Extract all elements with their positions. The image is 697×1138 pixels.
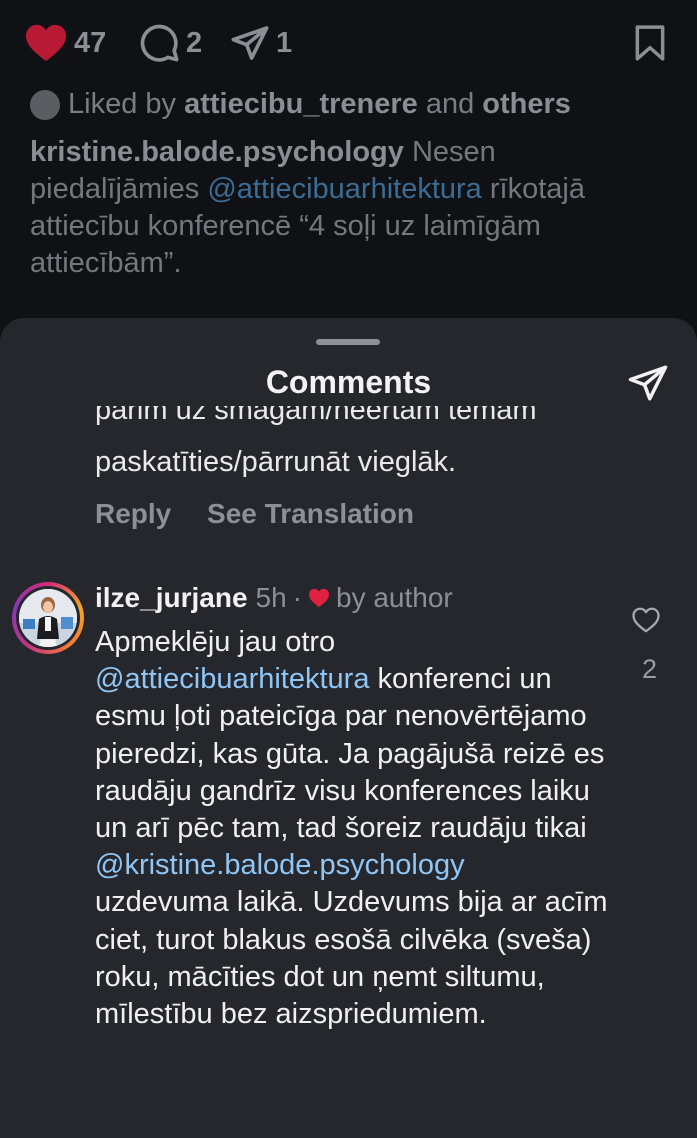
liked-by-avatar[interactable]	[30, 89, 60, 120]
comment-text: Apmeklēju jau otro @attiecibuarhitektura…	[95, 624, 615, 1033]
comments-count: 2	[186, 26, 203, 59]
comment-text-3: uzdevuma laikā. Uzdevums bija ar acīm ci…	[95, 886, 608, 1031]
previous-comment-clipped-line: pārim uz smagām/neērtām tēmām	[95, 406, 537, 426]
previous-comment-actions: Reply See Translation	[95, 498, 442, 530]
see-translation-button[interactable]: See Translation	[207, 498, 414, 529]
liked-by-others[interactable]: others	[482, 88, 571, 121]
send-icon[interactable]	[230, 23, 270, 63]
comment-like-count: 2	[641, 654, 657, 684]
liked-by-user[interactable]: attiecibu_trenere	[184, 88, 418, 121]
bookmark-button[interactable]	[633, 24, 667, 67]
author-heart-icon	[309, 588, 329, 608]
liked-by-prefix: Liked by	[68, 88, 177, 120]
comment-mention-2[interactable]: @kristine.balode.psychology	[95, 849, 465, 881]
heart-icon[interactable]	[24, 23, 68, 63]
comment-username[interactable]: ilze_jurjane	[95, 582, 248, 614]
avatar-photo	[19, 589, 77, 647]
comment-like-button[interactable]	[631, 606, 661, 639]
comment-separator: ·	[292, 582, 302, 613]
previous-comment-last-line: paskatīties/pārrunāt vieglāk.	[95, 446, 457, 478]
bookmark-icon[interactable]	[633, 24, 667, 62]
sheet-drag-handle[interactable]	[316, 339, 380, 345]
comments-sheet: Comments pārim uz smagām/neērtām tēmām p…	[0, 318, 697, 1138]
share-action[interactable]: 1	[230, 20, 292, 66]
like-action[interactable]: 47	[24, 20, 106, 66]
comment-icon[interactable]	[140, 23, 180, 63]
shares-count: 1	[276, 26, 293, 59]
comment-timestamp: 5h	[255, 582, 287, 613]
post-action-row: 47 2 1	[24, 20, 673, 66]
comment-action[interactable]: 2	[140, 20, 202, 66]
caption-username[interactable]: kristine.balode.psychology	[30, 136, 404, 168]
comment-text-1: Apmeklēju jau otro	[95, 626, 336, 658]
caption-mention[interactable]: @attiecibuarhitektura	[207, 173, 481, 205]
heart-outline-icon[interactable]	[631, 606, 661, 634]
reply-button[interactable]: Reply	[95, 498, 171, 529]
sheet-title: Comments	[265, 364, 432, 400]
share-sheet-button[interactable]	[627, 362, 669, 409]
post-caption: kristine.balode.psychology Nesen piedalī…	[30, 134, 670, 282]
likes-count: 47	[74, 26, 107, 59]
liked-by-author-label: by author	[336, 582, 453, 613]
liked-by-and: and	[425, 88, 475, 120]
comment-mention-1[interactable]: @attiecibuarhitektura	[95, 663, 369, 695]
send-icon[interactable]	[627, 362, 669, 404]
comment-avatar[interactable]	[12, 582, 84, 654]
comment-header: ilze_jurjane 5h · by author	[95, 582, 453, 614]
liked-by-line: Liked by attiecibu_trenere and others	[30, 88, 571, 121]
